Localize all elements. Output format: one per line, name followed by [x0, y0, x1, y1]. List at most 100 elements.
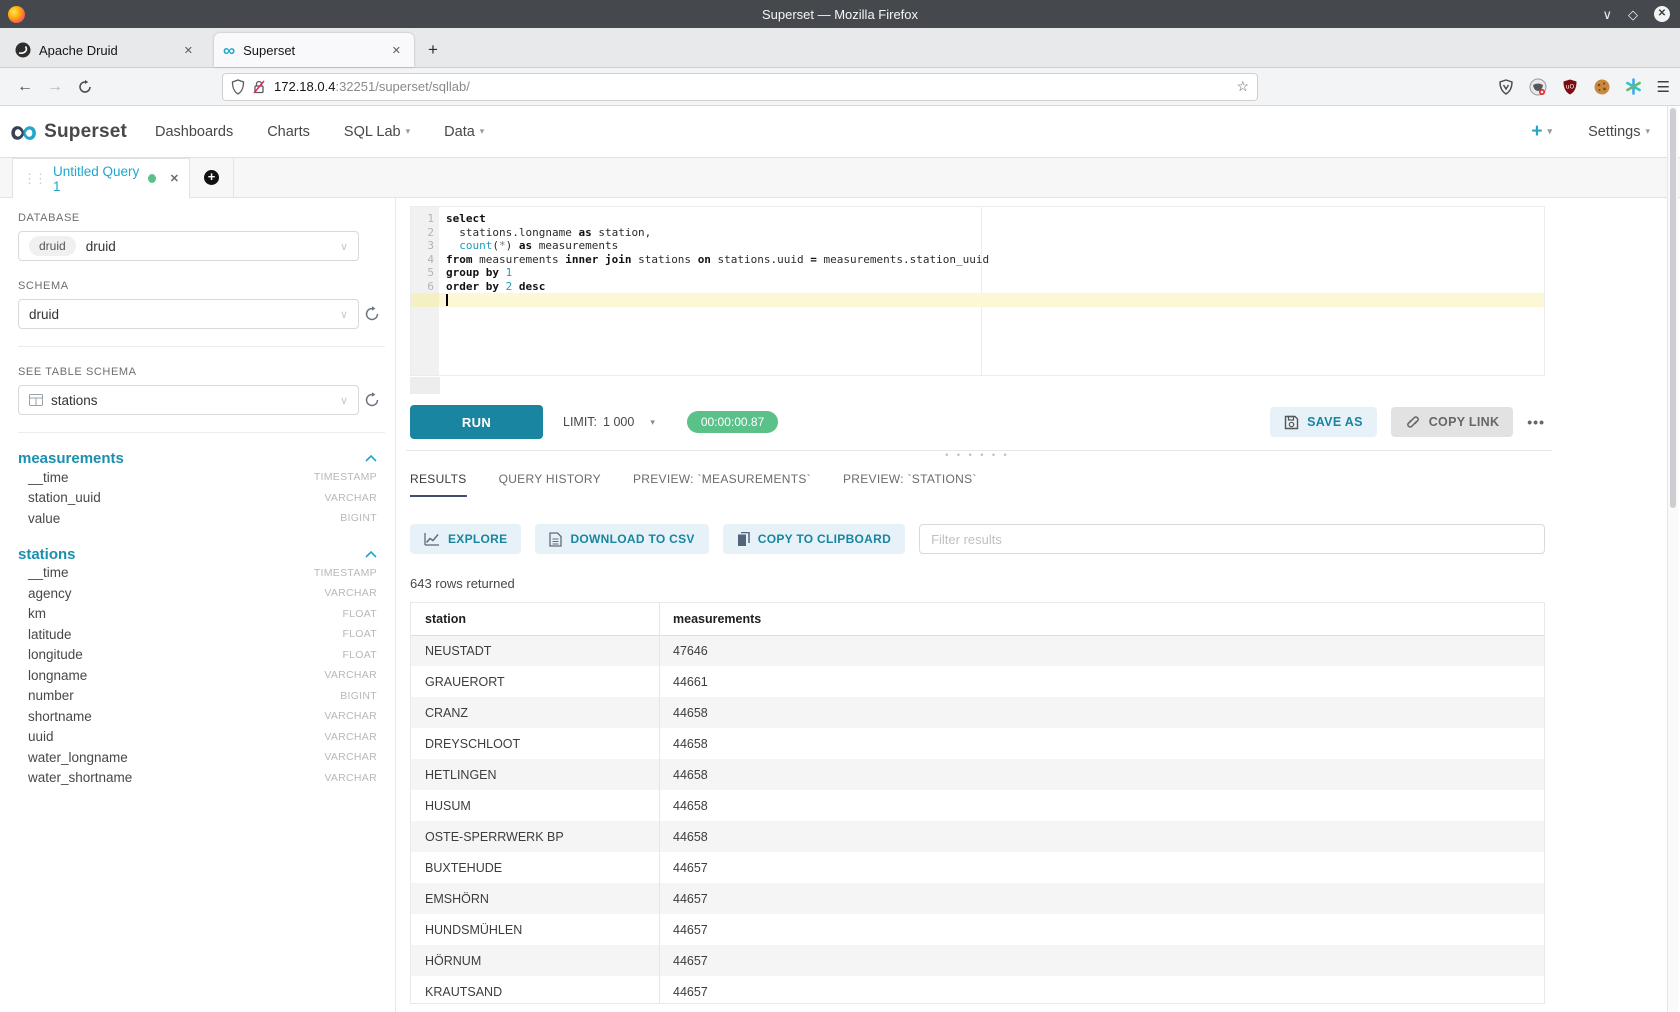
- extension-ublock-icon[interactable]: uO: [1561, 78, 1579, 96]
- table-row: HUNDSMÜHLEN44657: [411, 914, 1544, 945]
- lock-insecure-icon[interactable]: [252, 79, 266, 95]
- query-tab-close-icon[interactable]: ✕: [170, 172, 179, 185]
- scrollbar-thumb[interactable]: [1670, 108, 1676, 508]
- copy-clipboard-button[interactable]: COPY TO CLIPBOARD: [723, 524, 905, 554]
- browser-tab-apache-druid[interactable]: Apache Druid ✕: [6, 33, 206, 67]
- collapse-chevron-icon[interactable]: [365, 551, 377, 558]
- add-query-tab-button[interactable]: +: [190, 158, 234, 197]
- schema-table-header-stations[interactable]: stations: [18, 546, 385, 563]
- collapse-chevron-icon[interactable]: [365, 455, 377, 462]
- drag-handle-icon[interactable]: ⋮⋮: [23, 171, 45, 187]
- results-tab-bar: RESULTS QUERY HISTORY PREVIEW: `MEASUREMEN…: [410, 472, 977, 497]
- refresh-schema-icon[interactable]: [359, 306, 385, 322]
- reload-button[interactable]: [70, 80, 100, 94]
- browser-tab-superset[interactable]: ∞ Superset ✕: [214, 33, 414, 67]
- limit-dropdown[interactable]: LIMIT: 1 000 ▾: [563, 415, 655, 429]
- add-new-button[interactable]: +▾: [1531, 121, 1552, 143]
- extension-pinwheel-icon[interactable]: [1625, 78, 1643, 96]
- column-type: BIGINT: [340, 512, 377, 524]
- chevron-down-icon: ∨: [340, 240, 348, 253]
- cell-station: HÖRNUM: [411, 945, 659, 976]
- save-as-label: SAVE AS: [1307, 415, 1363, 429]
- explore-button[interactable]: EXPLORE: [410, 524, 521, 554]
- shield-icon[interactable]: [231, 79, 245, 95]
- nav-item-label: SQL Lab: [344, 124, 401, 140]
- text-cursor: [446, 294, 448, 306]
- results-tab-query-history[interactable]: QUERY HISTORY: [499, 472, 601, 497]
- column-type: TIMESTAMP: [314, 471, 377, 483]
- copy-link-label: COPY LINK: [1429, 415, 1500, 429]
- extension-mask-icon[interactable]: [1529, 78, 1547, 96]
- nav-item-dashboards[interactable]: Dashboards: [153, 118, 235, 146]
- url-bar[interactable]: 172.18.0.4:32251/superset/sqllab/ ☆: [222, 73, 1258, 101]
- download-csv-label: DOWNLOAD TO CSV: [570, 532, 694, 546]
- save-as-button[interactable]: SAVE AS: [1270, 407, 1377, 437]
- run-button[interactable]: RUN: [410, 405, 543, 439]
- tab-close-icon[interactable]: ✕: [180, 42, 197, 59]
- column-name: agency: [28, 586, 72, 601]
- column-header-measurements[interactable]: measurements: [659, 603, 1544, 635]
- code-line: from measurements inner join stations on…: [446, 253, 1544, 267]
- query-tab-bar: ⋮⋮ Untitled Query 1 ✕ +: [0, 158, 1680, 198]
- superset-logo[interactable]: ∞ Superset: [10, 117, 127, 147]
- window-close-icon[interactable]: ✕: [1654, 6, 1670, 22]
- hamburger-menu-icon[interactable]: ☰: [1657, 78, 1670, 96]
- download-csv-button[interactable]: DOWNLOAD TO CSV: [535, 524, 708, 554]
- bookmark-star-icon[interactable]: ☆: [1236, 78, 1249, 95]
- forward-button[interactable]: →: [40, 78, 70, 96]
- editor-code[interactable]: select stations.longname as station, cou…: [439, 207, 1544, 375]
- column-name: uuid: [28, 729, 54, 744]
- query-tab-untitled-query-1[interactable]: ⋮⋮ Untitled Query 1 ✕: [12, 158, 190, 198]
- nav-item-data[interactable]: Data▾: [442, 118, 486, 146]
- nav-item-charts[interactable]: Charts: [265, 118, 312, 146]
- schema-label: SCHEMA: [18, 280, 385, 292]
- superset-infinity-icon: ∞: [10, 117, 37, 147]
- window-maximize-icon[interactable]: ◇: [1628, 8, 1638, 21]
- table-schema-label: SEE TABLE SCHEMA: [18, 366, 385, 378]
- schema-column-row: __timeTIMESTAMP: [18, 467, 385, 488]
- schema-column-row: valueBIGINT: [18, 508, 385, 529]
- cell-station: HUNDSMÜHLEN: [411, 914, 659, 945]
- schema-select[interactable]: druid ∨: [18, 299, 359, 329]
- cell-measurements: 44657: [659, 976, 1544, 1004]
- settings-menu[interactable]: Settings▾: [1588, 124, 1650, 140]
- results-tab-preview-measurements[interactable]: PREVIEW: `MEASUREMENTS`: [633, 472, 811, 497]
- refresh-table-icon[interactable]: [359, 392, 385, 408]
- table-row: GRAUERORT44661: [411, 666, 1544, 697]
- more-options-icon[interactable]: •••: [1527, 414, 1545, 430]
- window-minimize-icon[interactable]: ∨: [1602, 8, 1612, 21]
- pane-splitter-handle[interactable]: • • • • • •: [410, 451, 1545, 459]
- column-header-station[interactable]: station: [411, 603, 659, 635]
- extension-shield-icon[interactable]: [1497, 78, 1515, 96]
- column-type: BIGINT: [340, 690, 377, 702]
- nav-item-sql-lab[interactable]: SQL Lab▾: [342, 118, 412, 146]
- navbar-right: +▾ Settings▾: [1531, 121, 1664, 143]
- window-titlebar: Superset — Mozilla Firefox ∨ ◇ ✕: [0, 0, 1680, 28]
- elapsed-timer-badge: 00:00:00.87: [687, 411, 778, 433]
- schema-table-header-measurements[interactable]: measurements: [18, 450, 385, 467]
- copy-link-button[interactable]: COPY LINK: [1391, 407, 1514, 437]
- tab-close-icon[interactable]: ✕: [388, 42, 405, 59]
- schema-column-row: shortnameVARCHAR: [18, 706, 385, 727]
- table-schema-select[interactable]: stations ∨: [18, 385, 359, 415]
- table-row: HETLINGEN44658: [411, 759, 1544, 790]
- row-count-status: 643 rows returned: [410, 576, 515, 591]
- results-tab-preview-stations[interactable]: PREVIEW: `STATIONS`: [843, 472, 977, 497]
- limit-value: 1 000: [603, 415, 634, 429]
- new-tab-button[interactable]: +: [418, 35, 448, 65]
- filter-results-input[interactable]: [919, 524, 1545, 554]
- results-tab-results[interactable]: RESULTS: [410, 472, 467, 497]
- results-actions: EXPLORE DOWNLOAD TO CSV COPY TO CLIPBOAR…: [410, 524, 1545, 554]
- sqllab-editor-pane: 1234567 select stations.longname as stat…: [396, 198, 1680, 1012]
- page-scrollbar[interactable]: [1667, 106, 1678, 1012]
- database-select[interactable]: druid druid ∨: [18, 231, 359, 261]
- nav-item-label: Data: [444, 124, 475, 140]
- extension-cookie-icon[interactable]: [1593, 78, 1611, 96]
- sql-editor[interactable]: 1234567 select stations.longname as stat…: [410, 206, 1545, 376]
- back-button[interactable]: ←: [10, 78, 40, 96]
- schema-table-name: stations: [18, 546, 76, 563]
- editor-gutter: 1234567: [411, 207, 439, 375]
- database-type-tag: druid: [29, 236, 76, 256]
- schema-column-row: station_uuidVARCHAR: [18, 488, 385, 509]
- line-number: 3: [411, 239, 434, 253]
